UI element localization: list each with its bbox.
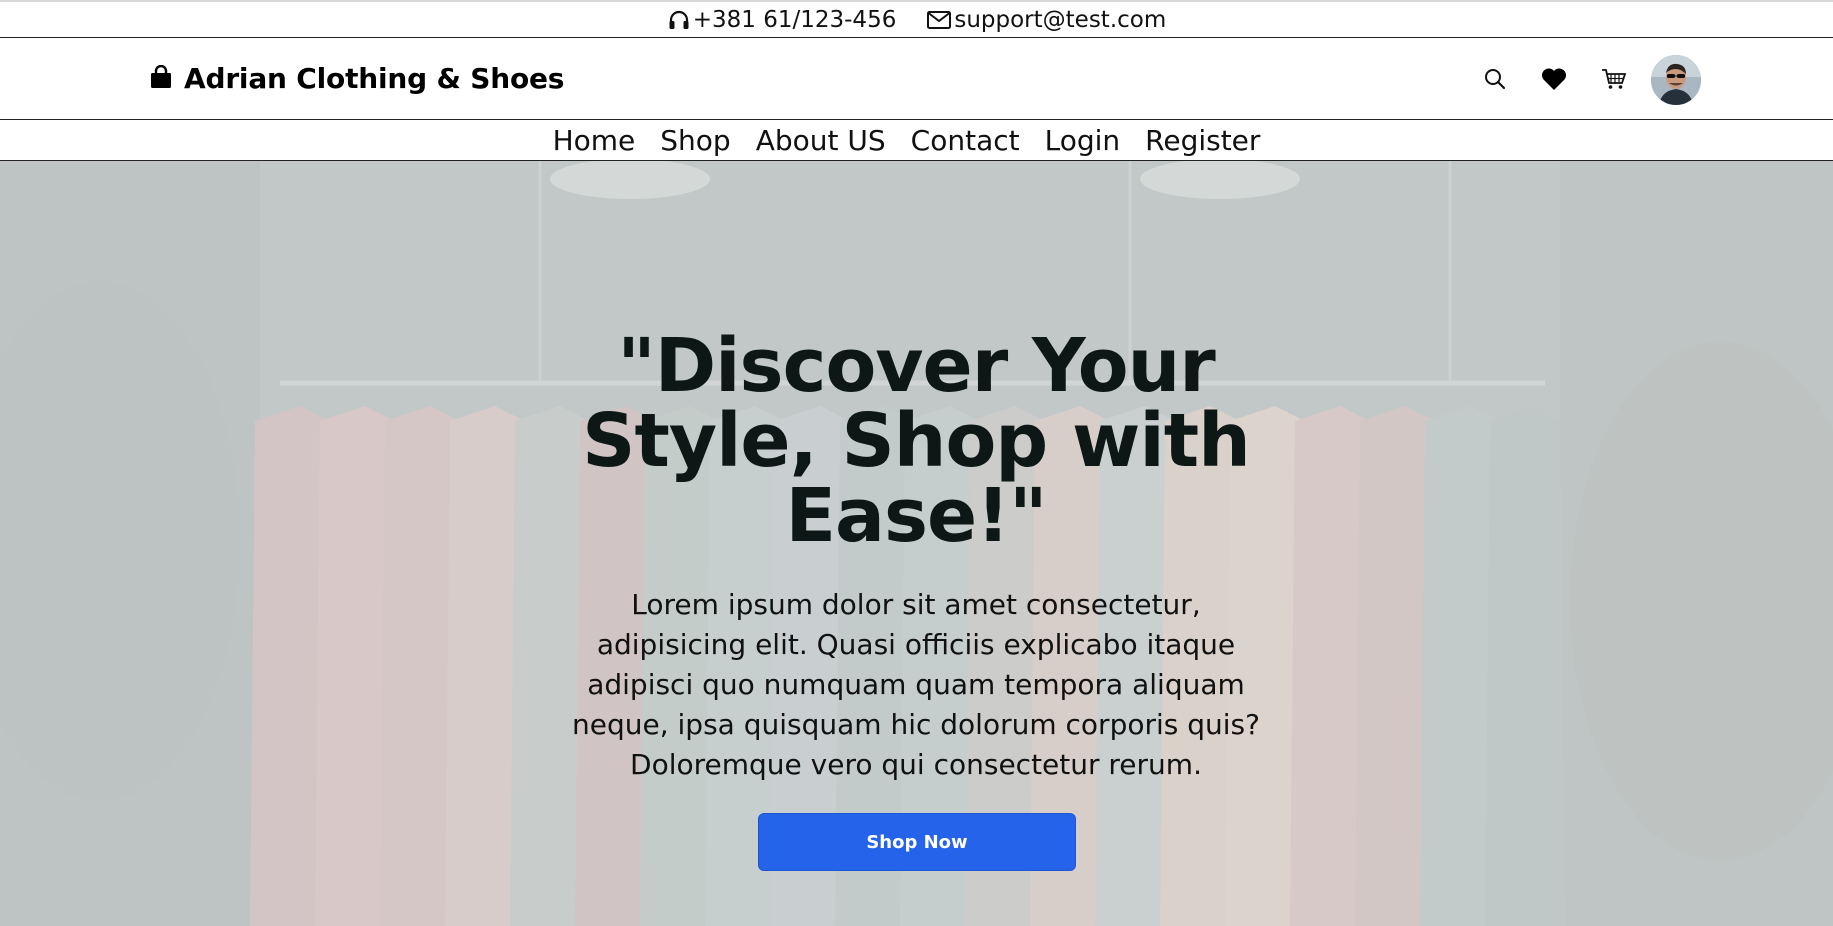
shop-now-button[interactable]: Shop Now xyxy=(758,813,1076,871)
envelope-icon xyxy=(926,9,952,31)
email-contact[interactable]: support@test.com xyxy=(926,7,1166,33)
nav-link-register[interactable]: Register xyxy=(1145,120,1260,161)
brand-name: Adrian Clothing & Shoes xyxy=(184,62,565,95)
header-actions xyxy=(1480,52,1704,106)
contact-bar: +381 61/123-456 support@test.com xyxy=(0,0,1833,38)
nav-link-contact[interactable]: Contact xyxy=(911,120,1020,161)
phone-number: +381 61/123-456 xyxy=(692,6,897,33)
headphones-icon xyxy=(667,8,691,32)
shopping-bag-icon xyxy=(150,64,172,93)
site-header: Adrian Clothing & Shoes xyxy=(0,38,1833,120)
nav-link-home[interactable]: Home xyxy=(553,120,636,161)
cart-icon[interactable] xyxy=(1599,64,1629,94)
email-address: support@test.com xyxy=(954,6,1167,33)
nav-link-login[interactable]: Login xyxy=(1045,120,1121,161)
nav-link-shop[interactable]: Shop xyxy=(660,120,730,161)
heart-icon[interactable] xyxy=(1538,63,1570,95)
phone-contact[interactable]: +381 61/123-456 xyxy=(667,6,897,33)
user-avatar[interactable] xyxy=(1651,55,1701,105)
search-icon[interactable] xyxy=(1480,64,1510,94)
main-nav: Home Shop About US Contact Login Registe… xyxy=(0,120,1833,161)
brand-logo[interactable]: Adrian Clothing & Shoes xyxy=(150,62,564,95)
hero-section: "Discover Your Style, Shop with Ease!" L… xyxy=(0,161,1833,926)
hero-title: "Discover Your Style, Shop with Ease!" xyxy=(582,323,1251,559)
nav-link-about[interactable]: About US xyxy=(756,120,886,161)
hero-description: Lorem ipsum dolor sit amet consectetur, … xyxy=(572,588,1260,781)
